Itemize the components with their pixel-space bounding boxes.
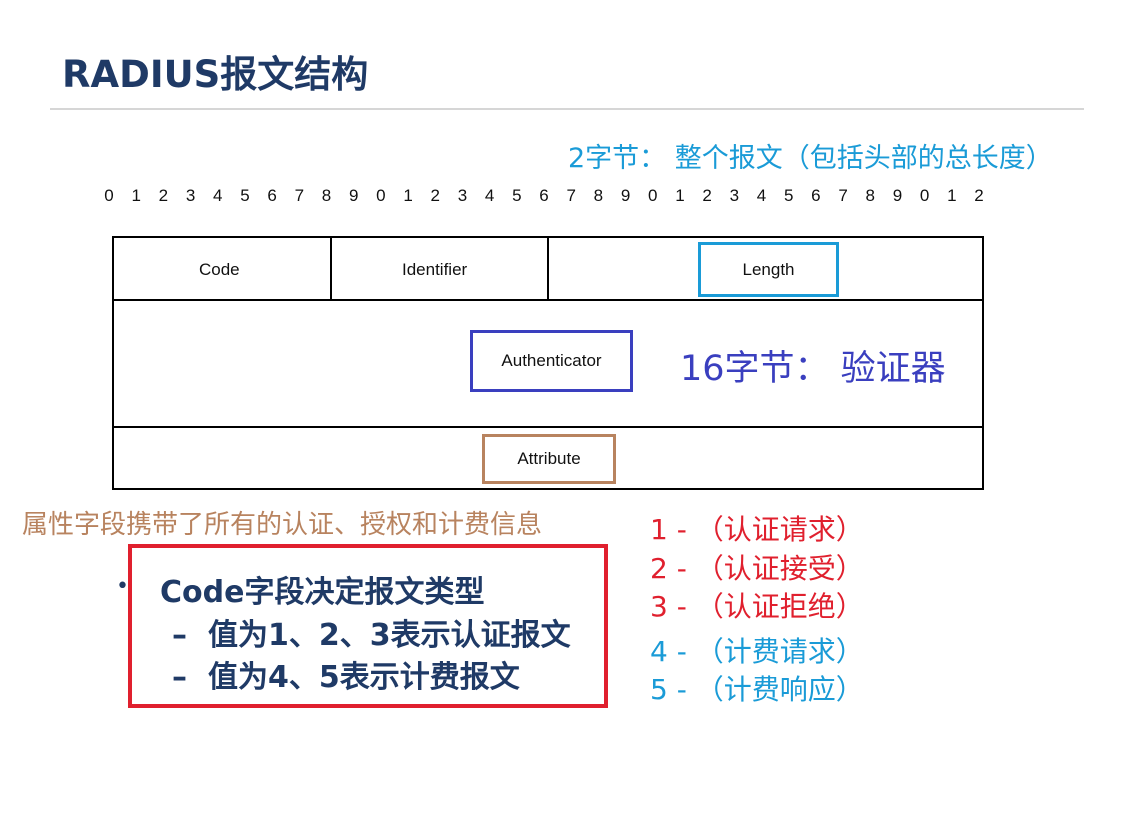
bit-number: 1 bbox=[131, 186, 141, 205]
field-length-label: Length bbox=[742, 259, 795, 279]
bit-number: 0 bbox=[376, 186, 386, 205]
length-note: 2字节： 整个报文（包括头部的总长度） bbox=[568, 143, 1053, 174]
bullet-dot-icon: • bbox=[116, 574, 129, 599]
dash-2: – bbox=[172, 660, 187, 695]
bit-number: 1 bbox=[403, 186, 413, 205]
bullet-main: Code字段决定报文类型 bbox=[160, 575, 485, 610]
bit-number: 2 bbox=[158, 186, 169, 205]
bit-number: 0 bbox=[104, 186, 114, 205]
code-value-1: 1 - （认证请求） bbox=[650, 513, 864, 546]
bit-number: 6 bbox=[539, 186, 549, 205]
bullet-sub-1-text: 值为1、2、3表示认证报文 bbox=[208, 618, 571, 653]
bit-number: 9 bbox=[620, 186, 631, 205]
bit-number: 4 bbox=[484, 186, 495, 205]
authenticator-note: 16字节： 验证器 bbox=[680, 349, 946, 389]
bit-number: 5 bbox=[240, 186, 250, 205]
title-divider bbox=[50, 108, 1084, 110]
bit-number: 1 bbox=[675, 186, 685, 205]
bit-number: 2 bbox=[702, 186, 712, 205]
bit-number: 2 bbox=[430, 186, 440, 205]
field-authenticator: Authenticator bbox=[470, 330, 633, 392]
bit-number: 9 bbox=[348, 186, 359, 205]
bit-number: 0 bbox=[648, 186, 658, 205]
bit-number: 3 bbox=[457, 186, 468, 205]
bullet-sub-2: – 值为4、5表示计费报文 bbox=[172, 652, 520, 696]
bit-number-ruler: 012345678901234567890123456789012 bbox=[102, 186, 986, 206]
field-attribute: Attribute bbox=[482, 434, 616, 484]
attribute-note: 属性字段携带了所有的认证、授权和计费信息 bbox=[22, 510, 543, 540]
bit-number: 8 bbox=[865, 186, 875, 205]
field-divider-2 bbox=[547, 236, 549, 300]
bit-number: 2 bbox=[974, 186, 984, 205]
code-value-2: 2 - （认证接受） bbox=[650, 552, 864, 585]
field-authenticator-label: Authenticator bbox=[501, 351, 602, 370]
bit-number: 4 bbox=[756, 186, 767, 205]
bit-number: 4 bbox=[213, 186, 223, 205]
field-length: Length bbox=[698, 242, 839, 297]
bullet-sub-1: – 值为1、2、3表示认证报文 bbox=[172, 610, 571, 654]
field-code: Code bbox=[199, 260, 240, 279]
bit-number: 1 bbox=[947, 186, 957, 205]
code-value-3: 3 - （认证拒绝） bbox=[650, 590, 864, 623]
bit-number: 3 bbox=[185, 186, 196, 205]
bit-number: 0 bbox=[919, 186, 930, 205]
bit-number: 7 bbox=[566, 186, 576, 205]
bullet-sub-2-text: 值为4、5表示计费报文 bbox=[208, 660, 520, 695]
bit-number: 5 bbox=[783, 186, 794, 205]
bit-number: 7 bbox=[838, 186, 848, 205]
bit-number: 8 bbox=[593, 186, 604, 205]
bit-number: 6 bbox=[811, 186, 821, 205]
bit-number: 5 bbox=[512, 186, 522, 205]
row-divider-2 bbox=[112, 426, 984, 428]
field-divider-1 bbox=[330, 236, 332, 300]
bit-number: 8 bbox=[321, 186, 332, 205]
field-identifier: Identifier bbox=[402, 260, 468, 279]
dash-1: – bbox=[172, 618, 187, 653]
code-value-4: 4 - （计费请求） bbox=[650, 635, 864, 668]
bit-number: 6 bbox=[267, 186, 277, 205]
field-attribute-label: Attribute bbox=[517, 449, 581, 468]
code-value-5: 5 - （计费响应） bbox=[650, 673, 864, 706]
bit-number: 7 bbox=[294, 186, 305, 205]
bit-number: 3 bbox=[729, 186, 740, 205]
bit-number: 9 bbox=[892, 186, 903, 205]
page-title: RADIUS报文结构 bbox=[62, 53, 369, 96]
